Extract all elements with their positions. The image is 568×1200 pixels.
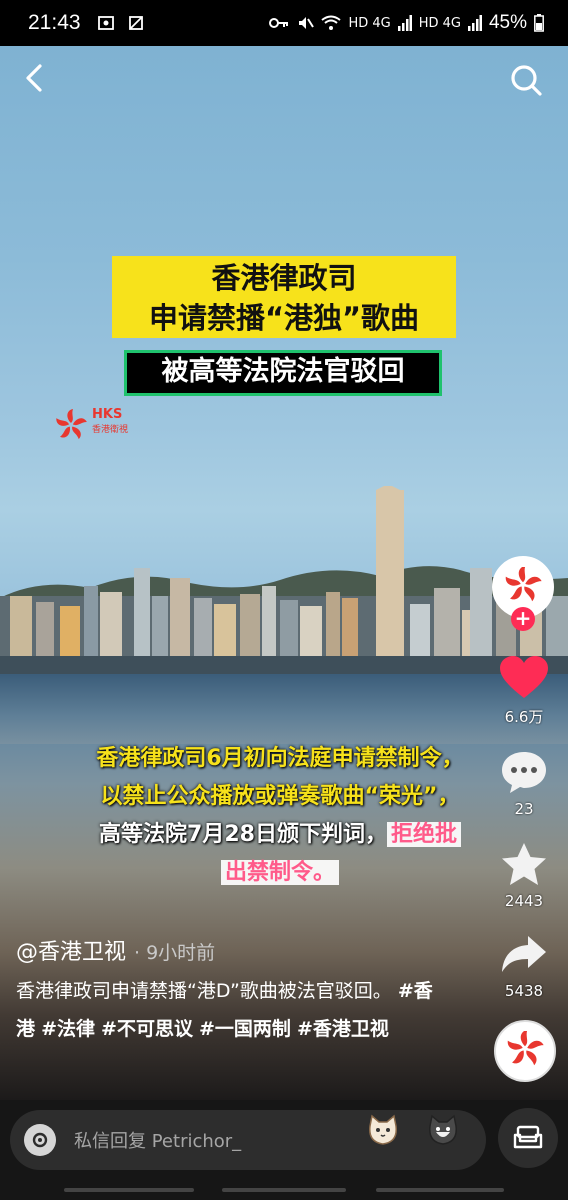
key-icon <box>269 18 289 28</box>
hashtag[interactable]: #一国两制 <box>199 1018 291 1040</box>
network-label-2: HD 4G <box>418 15 461 31</box>
bauhinia-logo-icon <box>56 409 87 440</box>
author-name[interactable]: @香港卫视 <box>16 940 126 965</box>
post-description: 香港律政司申请禁播“港D”歌曲被法官驳回。 #香港 #法律 #不可思议 #一国两… <box>16 972 436 1048</box>
reply-placeholder: 私信回复 Petrichor_ <box>74 1131 242 1152</box>
wifi-icon <box>321 15 342 30</box>
bauhinia-logo-icon <box>505 567 542 602</box>
nav-handle-right <box>376 1188 504 1192</box>
bottom-bar: 私信回复 Petrichor_ <box>0 1100 568 1200</box>
signal-icon <box>397 15 412 31</box>
couch-icon <box>513 1125 543 1149</box>
share-count: 5438 <box>504 982 544 1000</box>
logo-subtext: 香港衛視 <box>92 425 129 435</box>
nav-handle-left <box>64 1188 194 1192</box>
battery-percent: 45% <box>488 12 527 33</box>
screenshot-icon <box>97 16 114 30</box>
bauhinia-logo-icon <box>507 1031 544 1066</box>
caption-highlight-2: 出禁制令。 <box>220 860 339 885</box>
share-icon <box>502 936 546 972</box>
caption-line-2: 以禁止公众播放或弹奏歌曲“荣光”， <box>100 784 460 809</box>
caption-line-3: 高等法院7月28日颁下判词， <box>99 822 387 847</box>
music-disc[interactable] <box>494 1020 556 1082</box>
follow-button[interactable]: + <box>511 607 535 631</box>
share-button[interactable]: 5438 <box>492 934 556 1000</box>
signal-icon-2 <box>467 15 482 31</box>
cat-emoji-icon[interactable] <box>424 1112 462 1150</box>
like-button[interactable]: 6.6万 <box>492 656 556 727</box>
nav-handle-middle <box>222 1188 346 1192</box>
logo-text: HKS <box>92 407 123 422</box>
favorite-button[interactable]: 2443 <box>492 842 556 910</box>
caption-highlight-1: 拒绝批 <box>386 822 461 847</box>
mute-icon <box>299 17 315 29</box>
caption-line-1: 香港律政司6月初向法庭申请禁制令， <box>96 746 464 771</box>
title-line-2: 申请禁播“港独”歌曲 <box>148 301 420 335</box>
network-label: HD 4G <box>348 15 391 31</box>
comment-count: 23 <box>514 800 534 818</box>
hashtag[interactable]: #香港卫视 <box>297 1018 389 1040</box>
heart-icon <box>500 656 548 698</box>
like-count: 6.6万 <box>504 708 544 726</box>
battery-icon <box>534 14 544 32</box>
search-icon <box>511 65 542 96</box>
title-line-1: 香港律政司 <box>211 261 357 295</box>
cat-emoji-icon[interactable] <box>364 1112 402 1150</box>
post-author[interactable]: @香港卫视 · 9小时前 <box>16 934 215 966</box>
favorite-count: 2443 <box>504 892 544 910</box>
back-icon <box>26 64 42 92</box>
video-subtitle-banner: 被高等法院法官驳回 <box>124 350 442 396</box>
description-text: 香港律政司申请禁播“港D”歌曲被法官驳回。 <box>16 980 392 1002</box>
post-time: · 9小时前 <box>134 942 216 964</box>
camera-icon <box>32 1132 48 1148</box>
back-button[interactable] <box>18 60 54 96</box>
search-button[interactable] <box>506 60 546 100</box>
channel-watermark: HKS 香港衛視 <box>54 408 128 442</box>
couch-button[interactable] <box>498 1108 558 1168</box>
notification-icon <box>128 16 143 30</box>
comment-button[interactable]: 23 <box>492 750 556 818</box>
harbour-water <box>0 674 568 744</box>
city-skyline-graphic <box>0 486 568 676</box>
comment-icon <box>502 752 546 793</box>
star-icon <box>502 843 546 885</box>
reply-input[interactable]: 私信回复 Petrichor_ <box>10 1110 486 1170</box>
status-time: 21:43 <box>28 11 81 34</box>
camera-button[interactable] <box>24 1124 56 1156</box>
video-title-banner: 香港律政司 申请禁播“港独”歌曲 <box>112 256 456 338</box>
video-caption: 香港律政司6月初向法庭申请禁制令， 以禁止公众播放或弹奏歌曲“荣光”， 高等法院… <box>60 740 500 892</box>
hashtag[interactable]: #法律 <box>41 1018 95 1040</box>
hashtag[interactable]: #不可思议 <box>101 1018 193 1040</box>
status-bar: 21:43 HD 4G HD 4G 45% <box>0 0 568 46</box>
